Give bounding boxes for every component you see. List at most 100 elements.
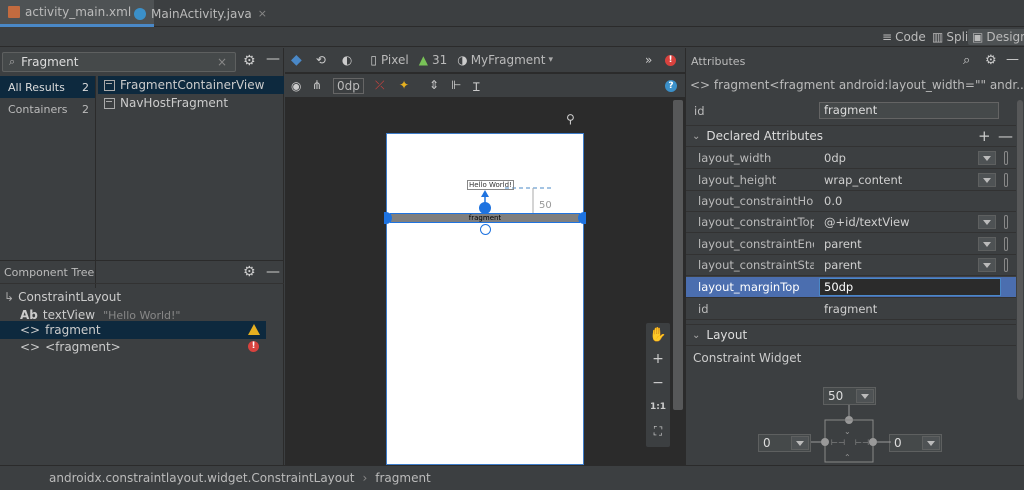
attr-row[interactable]: layout_constraintHorizo... 0.0: [686, 191, 1016, 212]
declared-attributes-header[interactable]: ⌄ Declared Attributes + —: [686, 125, 1016, 147]
design-toolbar: ◆ ⟲ ◐ ▯ Pixel ▲ 31 ◑ MyFragment ▾ » !: [285, 48, 685, 73]
search-input[interactable]: Fragment: [21, 55, 78, 69]
magnet-icon[interactable]: ⋔: [312, 78, 322, 92]
textview-widget[interactable]: Hello World!: [467, 180, 514, 190]
code-mode-button[interactable]: ≡ Code: [878, 29, 930, 45]
pin-icon[interactable]: ⚲: [566, 112, 575, 126]
attr-row[interactable]: id fragment: [686, 299, 1016, 320]
api-selector[interactable]: 31: [432, 53, 447, 67]
category-label: Containers: [8, 102, 68, 116]
fragment-widget[interactable]: fragment: [390, 213, 580, 223]
breadcrumb-path[interactable]: androidx.constraintlayout.widget.Constra…: [49, 471, 354, 485]
attr-value[interactable]: fragment: [814, 302, 1016, 316]
search-icon[interactable]: ⌕: [963, 53, 970, 68]
resource-picker-icon[interactable]: [1004, 173, 1008, 187]
eye-icon[interactable]: ◉: [291, 79, 301, 93]
default-margin-field[interactable]: 0dp: [333, 78, 364, 94]
theme-selector[interactable]: MyFragment: [471, 53, 546, 67]
pan-icon[interactable]: ✋: [646, 323, 670, 347]
infer-constraints-icon[interactable]: ✦: [399, 78, 409, 92]
resource-picker-icon[interactable]: [1004, 151, 1008, 165]
category-count: 2: [82, 102, 89, 116]
breadcrumb-leaf[interactable]: fragment: [375, 471, 431, 485]
constraint-widget-label: Constraint Widget: [693, 351, 802, 365]
tree-row-fragment-tag[interactable]: <> <fragment> !: [0, 338, 266, 356]
palette-item-navhostfragment[interactable]: NavHostFragment: [98, 94, 284, 112]
bottom-anchor-handle[interactable]: [480, 224, 491, 235]
guidelines-icon[interactable]: Ɪ: [473, 78, 480, 95]
orientation-icon[interactable]: ⟲: [316, 53, 326, 67]
attr-row[interactable]: layout_constraintStart_to... parent: [686, 255, 1016, 276]
help-icon[interactable]: ?: [665, 80, 677, 92]
dropdown-button[interactable]: [856, 389, 874, 403]
pack-icon[interactable]: ⇕: [429, 78, 439, 92]
category-containers[interactable]: Containers 2: [0, 98, 95, 120]
warning-icon[interactable]: [248, 324, 260, 335]
dropdown-button[interactable]: [978, 258, 996, 272]
gear-icon[interactable]: ⚙: [243, 53, 256, 69]
attr-key: layout_constraintTop_to...: [698, 215, 814, 229]
zoom-out-button[interactable]: −: [646, 371, 670, 395]
layout-section-header[interactable]: ⌄ Layout: [686, 324, 1016, 346]
constraint-widget-diagram[interactable]: ⊢⊣ ⊢⊣ ⌄ ⌃: [811, 405, 891, 465]
dropdown-button[interactable]: [978, 237, 996, 251]
top-margin-select[interactable]: 50: [823, 387, 876, 405]
attr-row[interactable]: layout_width 0dp: [686, 148, 1016, 169]
clear-constraints-icon[interactable]: ⤫: [375, 78, 385, 93]
clear-icon[interactable]: ×: [217, 55, 227, 69]
device-selector[interactable]: Pixel: [381, 53, 409, 67]
zoom-actual-button[interactable]: 1:1: [646, 395, 670, 419]
category-all-results[interactable]: All Results 2: [0, 76, 95, 98]
attr-value[interactable]: 0.0: [814, 194, 1016, 208]
design-label: Design: [986, 30, 1024, 44]
id-field[interactable]: fragment: [819, 102, 999, 119]
attr-row-selected[interactable]: layout_marginTop 50dp: [686, 277, 1016, 298]
palette-categories: All Results 2 Containers 2: [0, 76, 96, 288]
dropdown-button[interactable]: [978, 173, 996, 187]
end-anchor-handle[interactable]: [578, 212, 586, 224]
gear-icon[interactable]: ⚙: [243, 264, 256, 280]
right-margin-select[interactable]: 0: [889, 434, 942, 452]
palette-search-field[interactable]: ⌕ Fragment ×: [2, 52, 236, 72]
dropdown-button[interactable]: [791, 436, 809, 450]
tree-row-constraintlayout[interactable]: ↳ ConstraintLayout: [0, 288, 266, 306]
svg-text:⊢⊣: ⊢⊣: [855, 438, 869, 447]
dropdown-button[interactable]: [922, 436, 940, 450]
left-margin-select[interactable]: 0: [758, 434, 811, 452]
vertical-scrollbar[interactable]: [673, 100, 683, 410]
attr-value-editor[interactable]: 50dp: [819, 278, 1001, 296]
device-frame[interactable]: Hello World! 50 fragment: [384, 133, 586, 465]
attr-row[interactable]: layout_constraintTop_to... @+id/textView: [686, 212, 1016, 233]
remove-icon[interactable]: —: [998, 127, 1013, 145]
component-tag-line: <> fragment<fragment android:layout_widt…: [690, 78, 1024, 92]
attr-key: id: [694, 103, 705, 118]
gear-icon[interactable]: ⚙: [985, 53, 997, 68]
resource-picker-icon[interactable]: [1004, 258, 1008, 272]
overflow-icon[interactable]: »: [645, 53, 652, 67]
minimize-icon[interactable]: —: [1006, 52, 1019, 67]
error-icon[interactable]: !: [248, 341, 259, 352]
tree-row-fragment[interactable]: <> fragment: [0, 321, 266, 339]
attr-key: id: [698, 302, 709, 316]
design-mode-button[interactable]: ▣ Design: [968, 29, 1024, 45]
dropdown-button[interactable]: [978, 215, 996, 229]
category-count: 2: [82, 80, 89, 94]
add-icon[interactable]: +: [978, 127, 991, 145]
tab-main-activity[interactable]: MainActivity.java ×: [126, 0, 275, 27]
dropdown-button[interactable]: [978, 151, 996, 165]
zoom-in-button[interactable]: +: [646, 347, 670, 371]
palette-item-fragmentcontainerview[interactable]: FragmentContainerView: [98, 76, 284, 94]
attr-row[interactable]: layout_height wrap_content: [686, 170, 1016, 191]
layers-icon[interactable]: ◆: [291, 52, 302, 68]
night-mode-icon[interactable]: ◐: [342, 53, 352, 67]
minimize-icon[interactable]: —: [266, 264, 280, 280]
attributes-scrollbar[interactable]: [1017, 100, 1023, 400]
attr-row[interactable]: layout_constraintEnd_toE... parent: [686, 234, 1016, 255]
close-icon[interactable]: ×: [258, 7, 267, 20]
error-icon[interactable]: !: [665, 55, 676, 66]
align-icon[interactable]: ⊩: [451, 78, 461, 92]
resource-picker-icon[interactable]: [1004, 215, 1008, 229]
zoom-fit-icon[interactable]: ⛶: [646, 419, 670, 443]
resource-picker-icon[interactable]: [1004, 237, 1008, 251]
minimize-icon[interactable]: —: [266, 51, 280, 67]
